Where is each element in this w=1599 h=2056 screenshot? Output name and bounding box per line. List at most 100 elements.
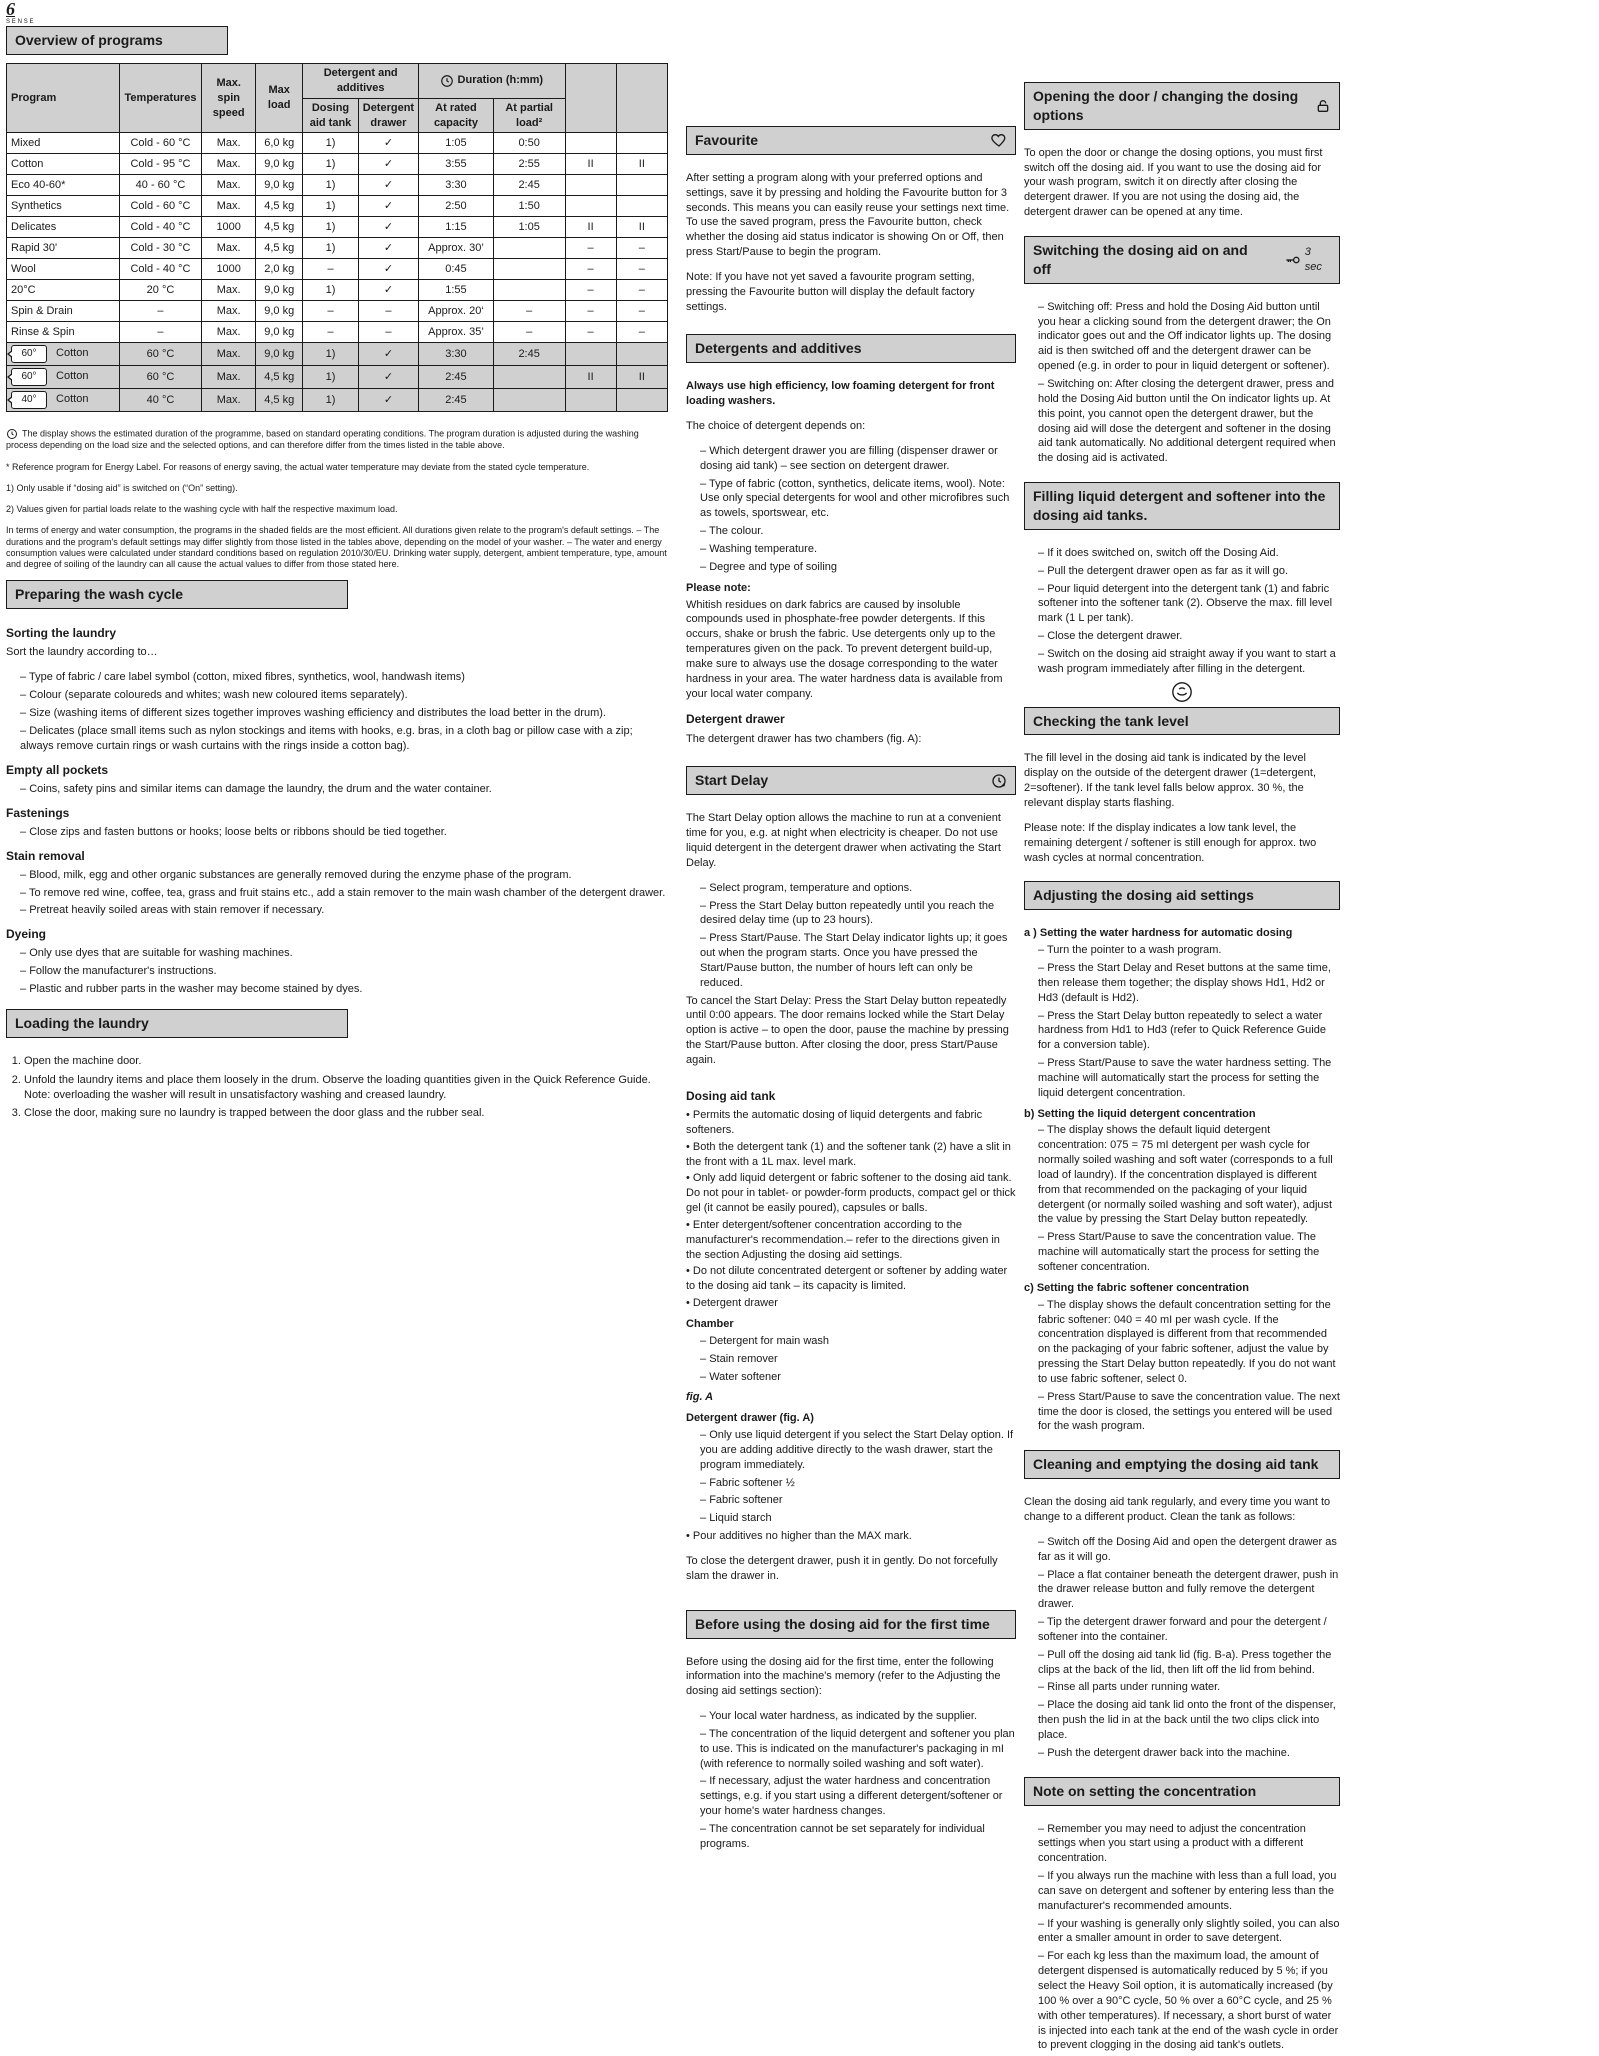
dosing-aid-body: Dosing aid tank • Permits the automatic …	[686, 1088, 1016, 1584]
section-tanklevel: Checking the tank level	[1024, 707, 1340, 736]
list-item: Press Start/Pause. The Start Delay indic…	[700, 931, 1016, 990]
list-item: • Only add liquid detergent or fabric so…	[686, 1171, 1016, 1216]
list-item: To remove red wine, coffee, tea, grass a…	[20, 886, 668, 901]
start-delay-body: The Start Delay option allows the machin…	[686, 811, 1016, 1068]
clock-icon	[6, 428, 18, 440]
tanklevel-body: The fill level in the dosing aid tank is…	[1024, 751, 1340, 865]
list-item: The colour.	[700, 524, 1016, 539]
footnote-clock: The display shows the estimated duration…	[6, 428, 668, 451]
list-item: Pull off the dosing aid tank lid (fig. B…	[1038, 1648, 1340, 1678]
list-item: Rinse all parts under running water.	[1038, 1680, 1340, 1695]
list-item: The concentration cannot be set separate…	[700, 1822, 1016, 1852]
section-before-first-use: Before using the dosing aid for the firs…	[686, 1610, 1016, 1639]
section-onoff: Switching the dosing aid on and off 3 se…	[1024, 236, 1340, 284]
list-item: For each kg less than the maximum load, …	[1038, 1949, 1340, 2053]
list-item: Fabric softener	[700, 1493, 1016, 1508]
section-adjust: Adjusting the dosing aid settings	[1024, 881, 1340, 910]
list-item: Stain remover	[700, 1352, 1016, 1367]
list-item: Place the dosing aid tank lid onto the f…	[1038, 1698, 1340, 1743]
list-item: Switch on the dosing aid straight away i…	[1038, 647, 1340, 677]
table-row: WoolCold - 40 °C10002,0 kg–✓0:45––	[7, 259, 668, 280]
key-3sec-icon: 3 sec	[1285, 245, 1331, 275]
brand-mark: 6	[6, 0, 668, 18]
table-row: Spin & Drain–Max.9,0 kg––Approx. 20‘–––	[7, 301, 668, 322]
brand-sub: SENSE	[6, 18, 668, 26]
clock-icon	[440, 74, 454, 88]
table-row: 20°C20 °CMax.9,0 kg1)✓1:55––	[7, 280, 668, 301]
table-row: CottonCold - 95 °CMax.9,0 kg1)✓3:552:55I…	[7, 154, 668, 175]
concnote-body: Remember you may need to adjust the conc…	[1038, 1822, 1340, 2054]
favourite-body: After setting a program along with your …	[686, 171, 1016, 315]
list-item: If you always run the machine with less …	[1038, 1869, 1340, 1914]
footnote-caption: In terms of energy and water consumption…	[6, 525, 668, 570]
th-det-drawer: Detergent drawer	[358, 98, 418, 133]
section-prepare-wash: Preparing the wash cycle	[6, 580, 348, 609]
section-favourite: Favourite	[686, 126, 1016, 155]
list-item: Switch off the Dosing Aid and open the d…	[1038, 1535, 1340, 1565]
table-row: 40° Cotton40 °CMax.4,5 kg1)✓2:45	[7, 389, 668, 412]
footnote-1: 1) Only usable if “dosing aid” is switch…	[6, 483, 668, 494]
list-item: Switching on: After closing the detergen…	[1038, 377, 1340, 466]
section-door: Opening the door / changing the dosing o…	[1024, 82, 1340, 130]
th-spin: Max. spin speed	[202, 63, 256, 132]
th-dur-group: Duration (h:mm)	[419, 63, 565, 98]
door-body: To open the door or change the dosing op…	[1024, 146, 1340, 220]
list-item: Close the door, making sure no laundry i…	[24, 1106, 668, 1121]
list-item: • Both the detergent tank (1) and the so…	[686, 1140, 1016, 1170]
th-det-tank: Dosing aid tank	[303, 98, 358, 133]
table-row: DelicatesCold - 40 °C10004,5 kg1)✓1:151:…	[7, 217, 668, 238]
list-item: • Enter detergent/softener concentration…	[686, 1218, 1016, 1263]
prepare-wash-body: Sorting the laundry Sort the laundry acc…	[6, 625, 668, 997]
list-item: Pour liquid detergent into the detergent…	[1038, 582, 1340, 627]
table-row: MixedCold - 60 °CMax.6,0 kg1)✓1:050:50	[7, 133, 668, 154]
list-item: Detergent for main wash	[700, 1334, 1016, 1349]
list-item: Select program, temperature and options.	[700, 881, 1016, 896]
list-item: Remember you may need to adjust the conc…	[1038, 1822, 1340, 1867]
list-item: Blood, milk, egg and other organic subst…	[20, 868, 668, 883]
detergents-body: Always use high efficiency, low foaming …	[686, 379, 1016, 746]
list-item: Push the detergent drawer back into the …	[1038, 1746, 1340, 1761]
fig-b-icon	[1171, 681, 1193, 703]
section-detergents: Detergents and additives	[686, 334, 1016, 363]
list-item: Unfold the laundry items and place them …	[24, 1073, 668, 1103]
list-item: Colour (separate coloureds and whites; w…	[20, 688, 668, 703]
list-item: Only use dyes that are suitable for wash…	[20, 946, 668, 961]
list-item: Degree and type of soiling	[700, 560, 1016, 575]
list-item: Plastic and rubber parts in the washer m…	[20, 982, 668, 997]
list-item: Turn the pointer to a wash program.	[1038, 943, 1340, 958]
footnote-ref: * Reference program for Energy Label. Fo…	[6, 462, 668, 473]
list-item: Tip the detergent drawer forward and pou…	[1038, 1615, 1340, 1645]
section-clean: Cleaning and emptying the dosing aid tan…	[1024, 1450, 1340, 1479]
list-item: Open the machine door.	[24, 1054, 668, 1069]
list-item: Water softener	[700, 1370, 1016, 1385]
clean-body: Clean the dosing aid tank regularly, and…	[1024, 1495, 1340, 1761]
section-fill: Filling liquid detergent and softener in…	[1024, 482, 1340, 530]
section-start-delay: Start Delay	[686, 766, 1016, 795]
list-item: The display shows the default liquid det…	[1038, 1123, 1340, 1227]
th-extra-2	[616, 63, 667, 132]
list-item: The concentration of the liquid detergen…	[700, 1727, 1016, 1772]
list-item: Coins, safety pins and similar items can…	[20, 782, 668, 797]
list-item: • Permits the automatic dosing of liquid…	[686, 1108, 1016, 1138]
table-row: Rapid 30'Cold - 30 °CMax.4,5 kg1)✓Approx…	[7, 238, 668, 259]
list-item: Fabric softener ½	[700, 1476, 1016, 1491]
delay-clock-icon	[991, 773, 1007, 789]
list-item: Place a flat container beneath the deter…	[1038, 1568, 1340, 1613]
list-item: Washing temperature.	[700, 542, 1016, 557]
list-item: Delicates (place small items such as nyl…	[20, 724, 668, 754]
unlock-icon	[1315, 98, 1331, 114]
table-row: SyntheticsCold - 60 °CMax.4,5 kg1)✓2:501…	[7, 196, 668, 217]
list-item: Press Start/Pause to save the concentrat…	[1038, 1390, 1340, 1435]
list-item: Press the Start Delay and Reset buttons …	[1038, 961, 1340, 1006]
table-row: Eco 40-60*40 - 60 °CMax.9,0 kg1)✓3:302:4…	[7, 175, 668, 196]
list-item: If it does switched on, switch off the D…	[1038, 546, 1340, 561]
list-item: Follow the manufacturer's instructions.	[20, 964, 668, 979]
footnote-2: 2) Values given for partial loads relate…	[6, 504, 668, 515]
list-item: Type of fabric / care label symbol (cott…	[20, 670, 668, 685]
list-item: Size (washing items of different sizes t…	[20, 706, 668, 721]
list-item: Press the Start Delay button repeatedly …	[700, 899, 1016, 929]
th-program: Program	[7, 63, 120, 132]
list-item: Pretreat heavily soiled areas with stain…	[20, 903, 668, 918]
list-item: Liquid starch	[700, 1511, 1016, 1526]
list-item: Type of fabric (cotton, synthetics, deli…	[700, 477, 1016, 522]
